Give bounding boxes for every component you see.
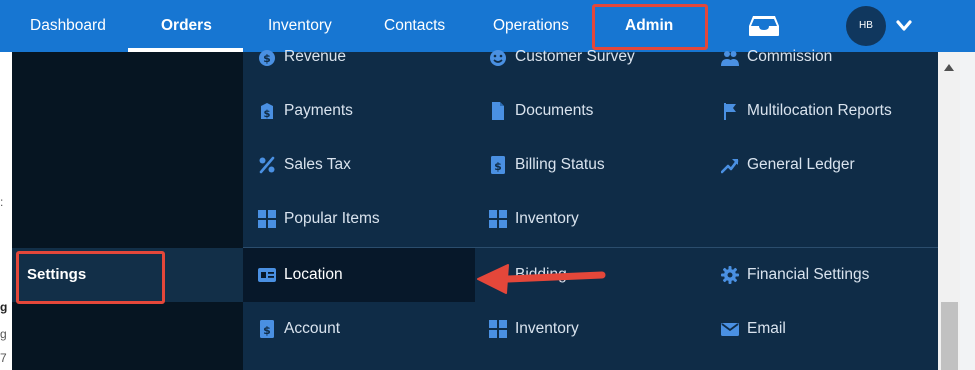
svg-text:$: $	[494, 160, 502, 173]
menu-item-email[interactable]: Email	[747, 320, 786, 338]
grid-icon	[489, 210, 507, 228]
svg-text:$: $	[263, 324, 271, 337]
menu-item-documents[interactable]: Documents	[515, 102, 593, 120]
settings-highlight-box	[16, 251, 165, 304]
nav-item-inventory[interactable]: Inventory	[268, 0, 332, 52]
menu-item-sales-tax[interactable]: Sales Tax	[284, 156, 351, 174]
nav-item-dashboard[interactable]: Dashboard	[30, 0, 106, 52]
scrollbar-thumb[interactable]	[941, 302, 958, 370]
billing-icon: $	[491, 156, 505, 174]
nav-item-contacts[interactable]: Contacts	[384, 0, 445, 52]
admin-highlight-box	[592, 4, 708, 50]
menu-item-general-ledger[interactable]: General Ledger	[747, 156, 855, 174]
menu-item-customer-survey[interactable]: Customer Survey	[515, 48, 635, 66]
inbox-icon[interactable]	[748, 15, 780, 37]
flag-icon	[724, 103, 736, 120]
menu-item-inventory[interactable]: Inventory	[515, 210, 579, 228]
grid-icon	[258, 210, 276, 228]
menu-item-financial-settings[interactable]: Financial Settings	[747, 266, 869, 284]
people-icon	[721, 51, 739, 66]
menu-item-commission[interactable]: Commission	[747, 48, 832, 66]
menu-item-account[interactable]: Account	[284, 320, 340, 338]
menu-item-popular-items[interactable]: Popular Items	[284, 210, 380, 228]
scroll-up-arrow-icon[interactable]	[944, 63, 954, 71]
svg-text:$: $	[263, 52, 271, 65]
nav-item-operations[interactable]: Operations	[493, 0, 569, 52]
chevron-down-icon[interactable]	[896, 19, 912, 33]
menu-item-inventory-2[interactable]: Inventory	[515, 320, 579, 338]
top-nav-bar: Dashboard Orders Inventory Contacts Oper…	[0, 0, 975, 52]
envelope-icon	[721, 323, 739, 336]
account-icon: $	[260, 320, 274, 338]
trend-up-icon	[721, 159, 739, 174]
grid-icon	[489, 320, 507, 338]
annotation-arrow	[477, 264, 606, 294]
document-icon	[492, 102, 504, 120]
gear-icon	[721, 266, 739, 284]
percent-icon	[259, 156, 275, 174]
menu-item-revenue[interactable]: Revenue	[284, 48, 346, 66]
admin-sidebar	[12, 52, 243, 370]
payments-icon: $	[261, 103, 273, 120]
background-page-edge-right	[960, 52, 975, 370]
svg-text:$: $	[264, 109, 271, 120]
user-avatar[interactable]: HB	[846, 6, 886, 46]
smiley-icon	[490, 50, 506, 66]
background-page-edge: : g g 7	[0, 52, 12, 370]
id-card-icon	[258, 268, 276, 282]
revenue-icon: $	[259, 50, 275, 66]
nav-item-orders[interactable]: Orders	[161, 0, 212, 52]
menu-item-payments[interactable]: Payments	[284, 102, 353, 120]
menu-item-location-highlight[interactable]	[243, 248, 475, 302]
menu-item-location[interactable]: Location	[284, 266, 343, 284]
menu-item-billing-status[interactable]: Billing Status	[515, 156, 605, 174]
menu-item-multilocation-reports[interactable]: Multilocation Reports	[747, 102, 892, 120]
